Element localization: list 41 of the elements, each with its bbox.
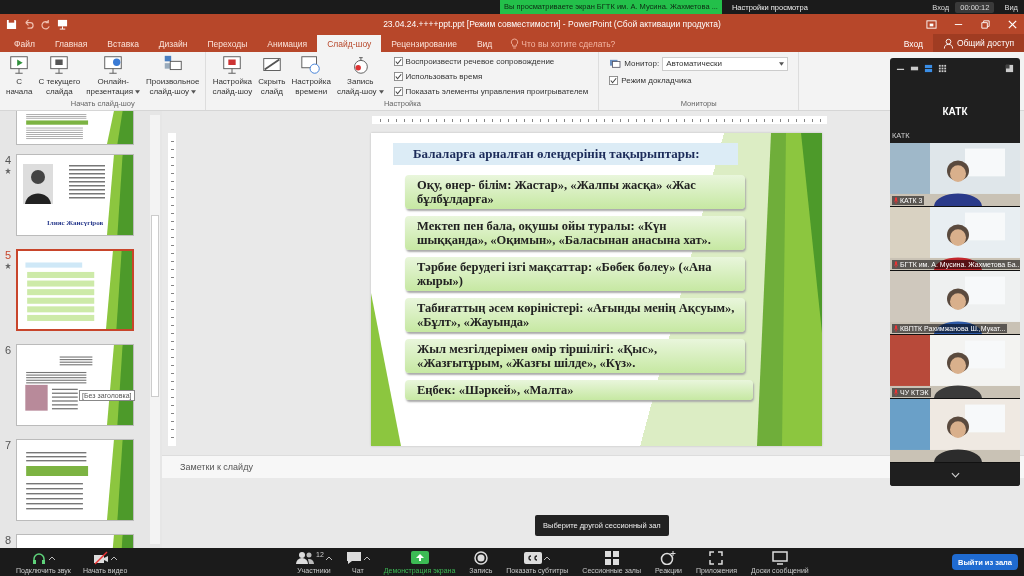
topic-box: Тәрбие берудегі ізгі мақсаттар: «Бөбек бөлеу» («Ана жыры») (405, 257, 745, 291)
ribbon-tab[interactable]: Рецензирование (381, 35, 467, 52)
notes-placeholder[interactable]: Заметки к слайду (180, 462, 253, 472)
slide-number: 4 (4, 154, 12, 166)
checkbox-label: Режим докладчика (621, 76, 692, 85)
ribbon-button[interactable]: Настройка слайд-шоу (210, 54, 255, 97)
ribbon-tab[interactable]: Вставка (97, 35, 149, 52)
ribbon-tab[interactable]: Анимация (257, 35, 318, 52)
ribbon-tab[interactable]: Вид (466, 35, 503, 52)
slide-number: 8 (4, 534, 12, 546)
ribbon-button[interactable]: Скрыть слайд (256, 54, 288, 97)
ribbon-tab[interactable]: Файл (4, 35, 45, 52)
checkbox-label: Использовать время (405, 72, 483, 81)
share-button[interactable]: Общий доступ (932, 34, 1024, 52)
slide-number: 5 (4, 249, 12, 261)
signin-link[interactable]: Вход (893, 35, 933, 52)
topic-box: Оқу, өнер- білім: Жастар», «Жалпы жасқа» «Жас бұлбұлдарға» (405, 175, 745, 209)
slide-title: Балаларға арналған өлеңдерінің тақырыптары: (393, 143, 738, 165)
slide-number: 6 (4, 344, 12, 356)
topic-box: Жыл мезгілдерімен өмір тіршілігі: «Қыс», «Жазғытұрым, «Жазғы шілде», «Күз». (405, 339, 745, 373)
ribbon-button[interactable]: С текущего слайда (36, 54, 83, 97)
ribbon-tab[interactable]: Переходы (197, 35, 258, 52)
room-name: КАТК (941, 105, 969, 119)
ribbon-button[interactable]: Настройка времени (289, 54, 333, 97)
monitor-dropdown[interactable]: Автоматически (662, 56, 789, 71)
topic-box: Еңбек: «Шәркей», «Малта» (405, 380, 753, 400)
ribbon-tab[interactable]: Главная (44, 35, 98, 52)
topic-box: Табиғаттың әсем көріністері: «Ағынды менің Ақсуым», «Бұлт», «Жауында» (405, 298, 745, 332)
ribbon-button[interactable]: Произвольное слайд-шоу (144, 54, 202, 97)
tell-me-field[interactable]: Что вы хотите сделать? (521, 36, 632, 52)
ribbon-tab[interactable]: Дизайн (148, 35, 198, 52)
slide-number: 7 (4, 439, 12, 451)
ribbon-button[interactable]: Запись слайд-шоу (334, 54, 386, 97)
ribbon-button[interactable]: Онлайн- презентация (84, 54, 143, 97)
window-title: 23.04.24.++++ppt.ppt [Режим совместимости] - PowerPoint (Сбой активации продукта) (382, 19, 722, 29)
checkbox-label: Воспроизвести речевое сопровождение (405, 57, 555, 66)
checkbox-label: Показать элементы управления проигрывателем (405, 87, 589, 96)
monitor-label: Монитор: (624, 59, 660, 68)
ribbon-tab[interactable]: Слайд-шоу (317, 35, 382, 52)
ribbon-button[interactable]: С начала (4, 54, 35, 97)
topic-box: Мектеп пен бала, оқушы ойы туралы: «Күн шыққанда», «Оқимын», «Баласынан анасына хат». (405, 216, 745, 250)
